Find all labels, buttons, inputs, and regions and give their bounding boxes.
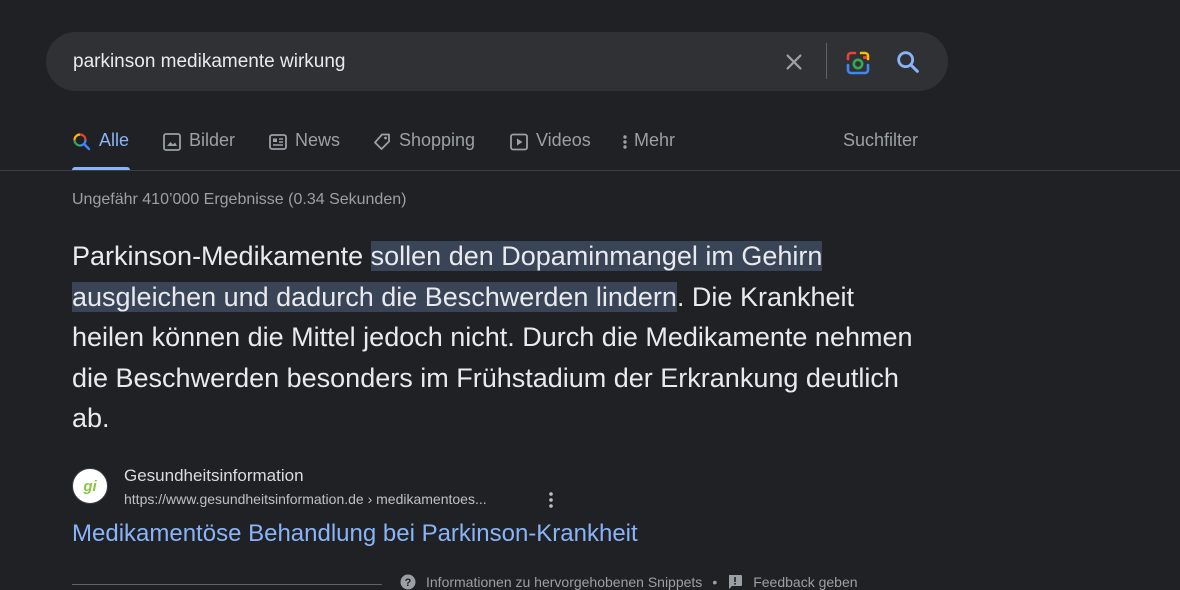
tab-label: Mehr — [634, 130, 676, 150]
site-url[interactable]: https://www.gesundheitsinformation.de › … — [124, 491, 487, 507]
snippet-bottom-divider — [72, 584, 382, 585]
close-icon — [786, 54, 802, 70]
search-bar-divider — [826, 43, 827, 79]
search-multicolor-icon — [72, 132, 92, 152]
tab-label: News — [295, 130, 341, 150]
result-stats: Ungefähr 410’000 Ergebnisse (0.34 Sekund… — [72, 191, 407, 208]
featured-snippet-text: Parkinson-Medikamente sollen den Dopamin… — [72, 236, 922, 439]
lens-button[interactable] — [843, 48, 873, 78]
site-name[interactable]: Gesundheitsinformation — [124, 466, 304, 486]
result-options-button[interactable] — [541, 490, 561, 510]
search-icon — [897, 51, 919, 73]
snippet-text-before: Parkinson-Medikamente — [72, 241, 371, 271]
favicon-logo-text: gi — [83, 477, 97, 495]
tab-images[interactable]: Bilder — [162, 130, 235, 170]
more-vert-icon — [620, 132, 630, 152]
play-icon — [509, 132, 529, 152]
search-button[interactable] — [894, 48, 924, 78]
search-tabs: Alle Bilder News Shopping Videos Mehr Su… — [72, 130, 932, 170]
search-bar[interactable]: parkinson medikamente wirkung — [46, 32, 948, 91]
tab-shopping[interactable]: Shopping — [372, 130, 475, 170]
tools-button[interactable]: Suchfilter — [843, 130, 918, 170]
tab-label: Shopping — [399, 130, 476, 150]
tab-videos[interactable]: Videos — [509, 130, 591, 170]
tab-all[interactable]: Alle — [72, 130, 130, 170]
tabs-divider — [0, 170, 1180, 171]
tab-label: Alle — [99, 130, 130, 150]
camera-lens-icon — [846, 51, 870, 75]
image-icon — [162, 132, 182, 152]
news-icon — [268, 132, 288, 152]
tab-label: Videos — [536, 130, 591, 150]
site-favicon[interactable]: gi — [72, 468, 108, 504]
tab-label: Bilder — [189, 130, 236, 150]
tab-news[interactable]: News — [268, 130, 340, 170]
search-input[interactable]: parkinson medikamente wirkung — [73, 51, 345, 73]
tab-more[interactable]: Mehr — [620, 130, 675, 170]
tag-icon — [372, 132, 392, 152]
svg-text:?: ? — [405, 577, 412, 589]
result-title-link[interactable]: Medikamentöse Behandlung bei Parkinson-K… — [72, 520, 638, 548]
tools-label: Suchfilter — [843, 130, 919, 150]
more-vert-icon — [549, 492, 553, 508]
clear-search-button[interactable] — [780, 48, 808, 76]
